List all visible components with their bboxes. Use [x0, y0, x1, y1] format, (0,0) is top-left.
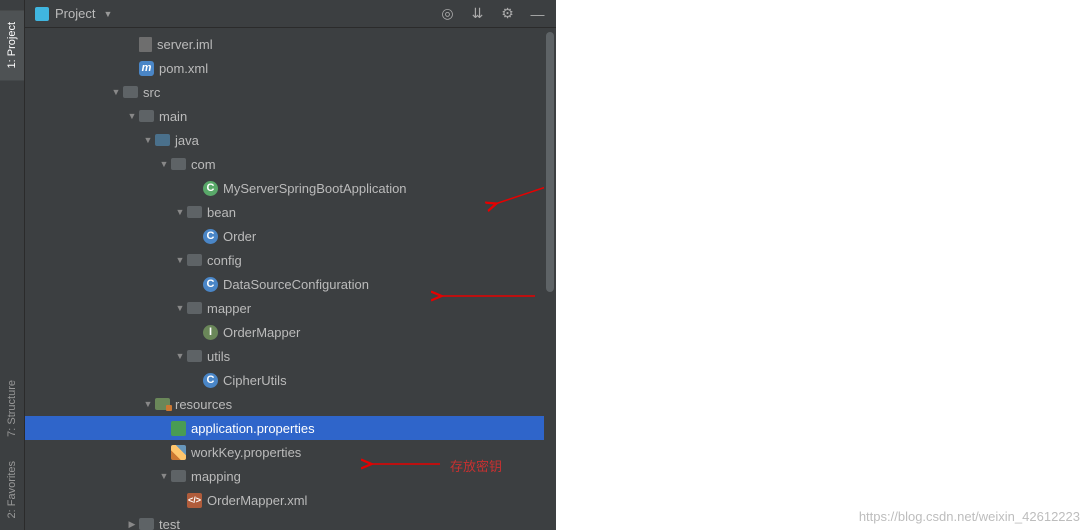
file-workkey-properties[interactable]: workKey.properties	[25, 440, 556, 464]
file-type-icon	[123, 86, 138, 98]
package-config[interactable]: ▼ config	[25, 248, 556, 272]
tree-item-label: DataSourceConfiguration	[223, 277, 369, 292]
file-type-icon	[155, 134, 170, 146]
folder-main[interactable]: ▼ main	[25, 104, 556, 128]
expander-icon[interactable]: ▼	[157, 471, 171, 481]
file-type-icon	[187, 350, 202, 362]
hide-icon[interactable]: —	[530, 6, 546, 22]
folder-mapping[interactable]: ▼ mapping	[25, 464, 556, 488]
tree-item-label: java	[175, 133, 199, 148]
file-type-icon: C	[203, 181, 218, 196]
folder-resources[interactable]: ▼ resources	[25, 392, 556, 416]
tree-item-label: pom.xml	[159, 61, 208, 76]
file-type-icon	[139, 518, 154, 530]
scroll-thumb[interactable]	[546, 32, 554, 292]
file-type-icon	[139, 37, 152, 52]
tree-item-label: config	[207, 253, 242, 268]
tree-item-label: OrderMapper	[223, 325, 300, 340]
panel-toolbar: ◎ ⇊ ⚙ —	[440, 6, 546, 22]
class-order[interactable]: C Order	[25, 224, 556, 248]
rail-tab-project[interactable]: 1: Project	[0, 10, 24, 80]
package-mapper[interactable]: ▼ mapper	[25, 296, 556, 320]
tree-item-label: test	[159, 517, 180, 530]
tree-item-label: resources	[175, 397, 232, 412]
chevron-down-icon: ▼	[103, 9, 112, 19]
file-type-icon	[171, 421, 186, 436]
tree-item-label: mapper	[207, 301, 251, 316]
blank-area	[556, 0, 1086, 530]
package-bean[interactable]: ▼ bean	[25, 200, 556, 224]
tree-item-label: CipherUtils	[223, 373, 287, 388]
expander-icon[interactable]: ▼	[173, 207, 187, 217]
panel-header: Project ▼ ◎ ⇊ ⚙ —	[25, 0, 556, 28]
tree-item-label: MyServerSpringBootApplication	[223, 181, 407, 196]
file-pom-xml[interactable]: m pom.xml	[25, 56, 556, 80]
file-type-icon: I	[203, 325, 218, 340]
gear-icon[interactable]: ⚙	[500, 6, 516, 22]
project-panel: Project ▼ ◎ ⇊ ⚙ — 启动	[25, 0, 556, 530]
locate-icon[interactable]: ◎	[440, 6, 456, 22]
tree-item-label: src	[143, 85, 160, 100]
rail-tab-structure[interactable]: 7: Structure	[0, 368, 24, 449]
ide-window: 1: Project 7: Structure 2: Favorites Pro…	[0, 0, 1086, 530]
tree-item-label: server.iml	[157, 37, 213, 52]
file-type-icon: C	[203, 277, 218, 292]
expander-icon[interactable]: ▼	[157, 159, 171, 169]
file-type-icon	[139, 110, 154, 122]
panel-title-dropdown[interactable]: Project ▼	[35, 6, 112, 21]
package-com[interactable]: ▼ com	[25, 152, 556, 176]
expander-icon[interactable]: ▼	[109, 87, 123, 97]
tree-item-label: com	[191, 157, 216, 172]
project-tree[interactable]: 启动类 自定义数据源配置 存放密钥 server.imlmpom.xml▼src…	[25, 28, 556, 530]
file-type-icon	[171, 158, 186, 170]
file-type-icon	[171, 445, 186, 460]
tree-item-label: workKey.properties	[191, 445, 301, 460]
tree-item-label: main	[159, 109, 187, 124]
tree-item-label: bean	[207, 205, 236, 220]
class-myserver-app[interactable]: C MyServerSpringBootApplication	[25, 176, 556, 200]
expander-icon[interactable]: ▼	[141, 399, 155, 409]
file-server-iml[interactable]: server.iml	[25, 32, 556, 56]
file-type-icon: m	[139, 61, 154, 76]
file-type-icon	[171, 470, 186, 482]
project-icon	[35, 7, 49, 21]
folder-test[interactable]: ▶ test	[25, 512, 556, 530]
tree-item-label: Order	[223, 229, 256, 244]
file-ordermapper-xml[interactable]: </> OrderMapper.xml	[25, 488, 556, 512]
file-type-icon	[187, 302, 202, 314]
package-utils[interactable]: ▼ utils	[25, 344, 556, 368]
expander-icon[interactable]: ▼	[125, 111, 139, 121]
folder-src[interactable]: ▼ src	[25, 80, 556, 104]
file-type-icon	[187, 254, 202, 266]
file-type-icon: C	[203, 229, 218, 244]
panel-title-label: Project	[55, 6, 95, 21]
file-application-properties[interactable]: application.properties	[25, 416, 556, 440]
file-type-icon: C	[203, 373, 218, 388]
folder-java[interactable]: ▼ java	[25, 128, 556, 152]
expander-icon[interactable]: ▼	[141, 135, 155, 145]
expander-icon[interactable]: ▼	[173, 255, 187, 265]
tree-item-label: application.properties	[191, 421, 315, 436]
tree-item-label: utils	[207, 349, 230, 364]
file-type-icon: </>	[187, 493, 202, 508]
tree-item-label: OrderMapper.xml	[207, 493, 307, 508]
collapse-all-icon[interactable]: ⇊	[470, 6, 486, 22]
expander-icon[interactable]: ▶	[125, 519, 139, 530]
file-type-icon	[187, 206, 202, 218]
tree-item-label: mapping	[191, 469, 241, 484]
class-cipher-utils[interactable]: C CipherUtils	[25, 368, 556, 392]
file-type-icon	[155, 398, 170, 410]
class-datasource-config[interactable]: C DataSourceConfiguration	[25, 272, 556, 296]
rail-tab-favorites[interactable]: 2: Favorites	[0, 449, 24, 530]
expander-icon[interactable]: ▼	[173, 351, 187, 361]
expander-icon[interactable]: ▼	[173, 303, 187, 313]
left-tool-rail: 1: Project 7: Structure 2: Favorites	[0, 0, 25, 530]
watermark: https://blog.csdn.net/weixin_42612223	[859, 509, 1080, 524]
interface-order-mapper[interactable]: I OrderMapper	[25, 320, 556, 344]
scrollbar[interactable]	[544, 28, 556, 530]
